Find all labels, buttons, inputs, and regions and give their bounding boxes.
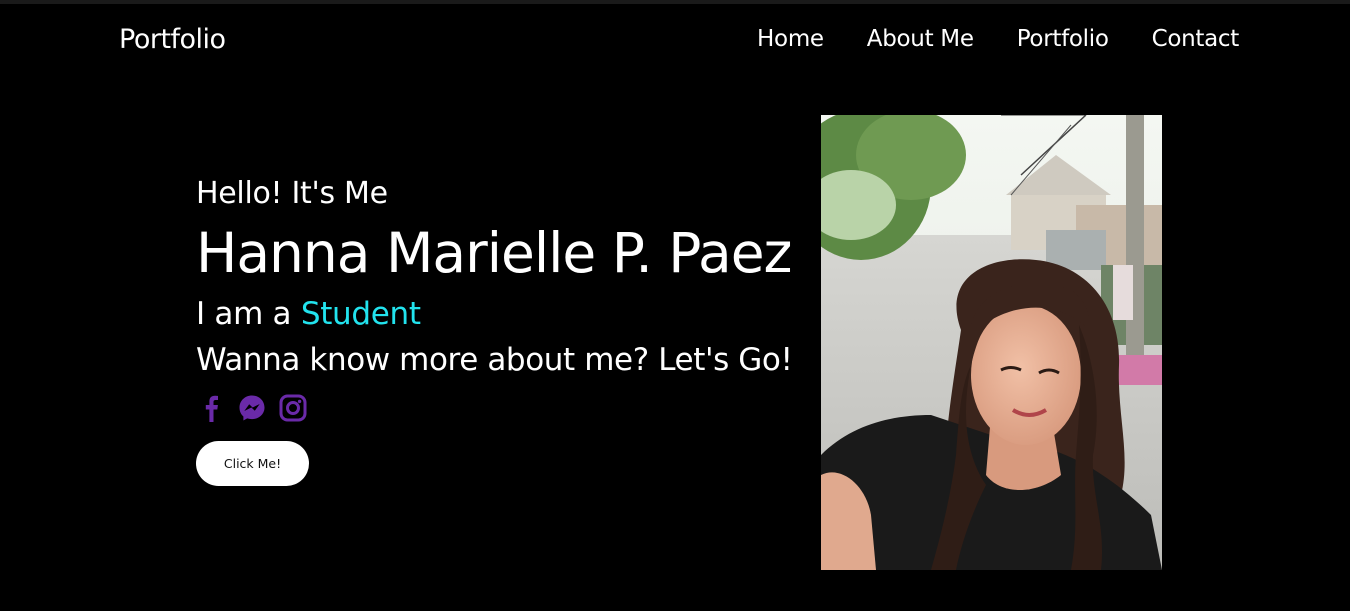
facebook-icon[interactable]	[196, 393, 226, 423]
social-links	[196, 392, 836, 424]
messenger-icon[interactable]	[237, 393, 267, 423]
hero-name: Hanna Marielle P. Paez	[196, 221, 792, 285]
hero-section: Hello! It's Me Hanna Marielle P. Paez I …	[196, 172, 836, 486]
hero-role: I am a Student	[196, 292, 836, 336]
site-header: Portfolio Home About Me Portfolio Contac…	[0, 4, 1350, 80]
nav-contact[interactable]: Contact	[1152, 26, 1240, 52]
nav-portfolio[interactable]: Portfolio	[1017, 26, 1109, 52]
hero-greeting: Hello! It's Me	[196, 176, 388, 211]
nav-about-me[interactable]: About Me	[867, 26, 974, 52]
role-highlight: Student	[300, 296, 421, 332]
instagram-icon[interactable]	[278, 393, 308, 423]
click-me-button[interactable]: Click Me!	[196, 441, 309, 486]
main-nav: Home About Me Portfolio Contact	[757, 26, 1239, 52]
site-logo[interactable]: Portfolio	[119, 24, 226, 55]
role-prefix: I am a	[196, 296, 292, 332]
nav-home[interactable]: Home	[757, 26, 824, 52]
profile-photo	[821, 115, 1162, 570]
hero-cta-text: Wanna know more about me? Let's Go!	[196, 342, 793, 378]
